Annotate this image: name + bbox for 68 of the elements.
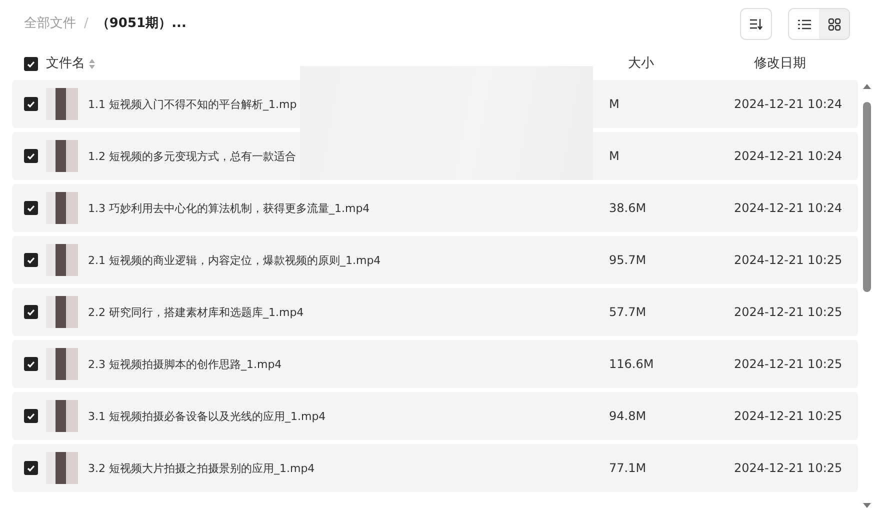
file-size: 95.7M [609, 253, 646, 267]
video-thumbnail [46, 140, 78, 172]
modified-date: 2024-12-21 10:25 [734, 409, 842, 423]
file-name: 2.1 短视频的商业逻辑，内容定位，爆款视频的原则_1.mp4 [88, 254, 381, 267]
file-name: 1.2 短视频的多元变现方式，总有一款适合 [88, 150, 296, 163]
modified-date: 2024-12-21 10:25 [734, 253, 842, 267]
current-folder: （9051期）... [96, 15, 186, 34]
file-name: 2.2 研究同行，搭建素材库和选题库_1.mp4 [88, 306, 304, 319]
modified-date: 2024-12-21 10:25 [734, 461, 842, 475]
checkbox[interactable] [24, 305, 38, 319]
list-icon [798, 18, 810, 30]
file-size: 94.8M [609, 409, 646, 423]
checkbox[interactable] [24, 57, 38, 71]
checkmark-icon [27, 412, 35, 420]
scroll-up-icon[interactable] [862, 82, 872, 90]
file-row[interactable]: 2.2 研究同行，搭建素材库和选题库_1.mp4 57.7M 2024-12-21 10:25 [12, 288, 858, 336]
grid-view-button[interactable] [819, 9, 849, 39]
grid-icon [828, 18, 840, 30]
modified-date: 2024-12-21 10:25 [734, 357, 842, 371]
checkbox[interactable] [24, 201, 38, 215]
checkbox[interactable] [24, 409, 38, 423]
checkmark-icon [27, 204, 35, 212]
video-thumbnail [46, 296, 78, 328]
file-size: 77.1M [609, 461, 646, 475]
sort-button[interactable] [740, 8, 772, 40]
checkbox[interactable] [24, 149, 38, 163]
checkmark-icon [27, 308, 35, 316]
file-row[interactable]: 2.3 短视频拍摄脚本的创作思路_1.mp4 116.6M 2024-12-21 10:25 [12, 340, 858, 388]
checkmark-icon [27, 360, 35, 368]
video-thumbnail [46, 244, 78, 276]
file-size: M [609, 149, 620, 163]
file-row[interactable]: 3.2 短视频大片拍摄之拍摄景别的应用_1.mp4 77.1M 2024-12-21 10:25 [12, 444, 858, 492]
checkbox[interactable] [24, 97, 38, 111]
file-size: 38.6M [609, 201, 646, 215]
checkmark-icon [27, 60, 35, 68]
video-thumbnail [46, 88, 78, 120]
file-name: 1.3 巧妙利用去中心化的算法机制，获得更多流量_1.mp4 [88, 202, 370, 215]
video-thumbnail [46, 452, 78, 484]
checkmark-icon [27, 152, 35, 160]
sort-icon [749, 18, 763, 30]
file-size: 57.7M [609, 305, 646, 319]
file-name: 3.1 短视频拍摄必备设备以及光线的应用_1.mp4 [88, 410, 326, 423]
checkmark-icon [27, 256, 35, 264]
file-size: M [609, 97, 620, 111]
file-name: 1.1 短视频入门不得不知的平台解析_1.mp [88, 98, 297, 111]
modified-date: 2024-12-21 10:24 [734, 149, 842, 163]
checkbox[interactable] [24, 253, 38, 267]
checkmark-icon [27, 100, 35, 108]
video-thumbnail [46, 400, 78, 432]
modified-date: 2024-12-21 10:25 [734, 305, 842, 319]
video-thumbnail [46, 348, 78, 380]
file-name: 3.2 短视频大片拍摄之拍摄景别的应用_1.mp4 [88, 462, 315, 475]
video-thumbnail [46, 192, 78, 224]
checkbox[interactable] [24, 461, 38, 475]
column-header: 修改日期 [754, 56, 806, 72]
file-size: 116.6M [609, 357, 654, 371]
breadcrumb-separator: / [84, 15, 88, 34]
checkbox[interactable] [24, 357, 38, 371]
file-row[interactable]: 1.3 巧妙利用去中心化的算法机制，获得更多流量_1.mp4 38.6M 2024-12-21 10:24 [12, 184, 858, 232]
modified-date: 2024-12-21 10:24 [734, 201, 842, 215]
checkmark-icon [27, 464, 35, 472]
file-name: 2.3 短视频拍摄脚本的创作思路_1.mp4 [88, 358, 282, 371]
scroll-down-icon[interactable] [862, 502, 872, 510]
column-header[interactable]: 文件名 [46, 54, 85, 74]
file-row[interactable]: 2.1 短视频的商业逻辑，内容定位，爆款视频的原则_1.mp4 95.7M 2024-12-21 10:25 [12, 236, 858, 284]
column-header: 大小 [628, 56, 654, 72]
file-row[interactable]: 3.1 短视频拍摄必备设备以及光线的应用_1.mp4 94.8M 2024-12-21 10:25 [12, 392, 858, 440]
modified-date: 2024-12-21 10:24 [734, 97, 842, 111]
